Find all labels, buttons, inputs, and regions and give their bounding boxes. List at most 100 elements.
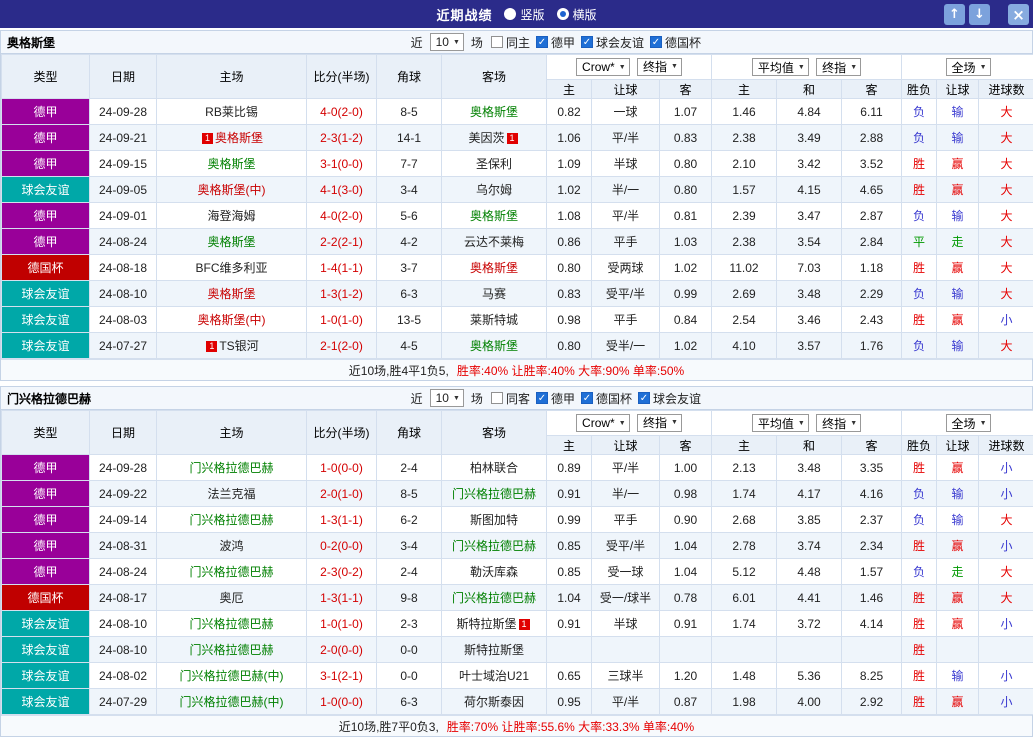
team-link[interactable]: 莱斯特城 [470,313,518,327]
score-link[interactable]: 1-3(1-1) [320,513,363,527]
score-link[interactable]: 1-0(0-0) [320,695,363,709]
corner-cell: 4-2 [377,229,442,255]
layout-radio-horizontal[interactable]: 横版 [557,6,597,23]
team-link[interactable]: 奥格斯堡 [207,235,255,249]
team-link[interactable]: 叶士域治U21 [459,669,529,683]
score-link[interactable]: 1-0(1-0) [320,617,363,631]
filter-league-1[interactable]: ✓德甲 [536,34,575,51]
team-link[interactable]: 斯特拉斯堡 [456,617,516,631]
team-recent-section: 门兴格拉德巴赫 近 10▼ 场 同客✓德甲✓德国杯✓球会友谊 类型 日期 主场 [0,386,1033,737]
score-link[interactable]: 1-4(1-1) [320,261,363,275]
asian-odds-time-select[interactable]: 终指▼ [637,58,682,76]
move-down-button[interactable]: ↓ [969,4,990,25]
score-link[interactable]: 1-0(0-0) [320,461,363,475]
team-link[interactable]: 奥厄 [219,591,243,605]
team-link[interactable]: 乌尔姆 [476,183,512,197]
match-row: 球会友谊24-08-10奥格斯堡1-3(1-2)6-3马赛0.83受平/半0.9… [2,281,1033,307]
score-cell: 0-2(0-0) [307,533,377,559]
asian-odds-time-select[interactable]: 终指▼ [637,414,682,432]
team-link[interactable]: RB莱比锡 [205,105,258,119]
ah-away-odds-cell: 0.91 [660,611,712,637]
team-link[interactable]: 海登海姆 [207,209,255,223]
filter-league-2[interactable]: ✓球会友谊 [581,34,644,51]
score-link[interactable]: 2-1(2-0) [320,339,363,353]
team-link[interactable]: 云达不莱梅 [464,235,524,249]
team-link[interactable]: 门兴格拉德巴赫 [189,643,273,657]
euro-odds-time-select[interactable]: 终指▼ [816,414,861,432]
team-link[interactable]: 门兴格拉德巴赫 [189,617,273,631]
score-link[interactable]: 3-1(0-0) [320,157,363,171]
score-link[interactable]: 4-0(2-0) [320,209,363,223]
team-link[interactable]: 奥格斯堡(中) [198,313,266,327]
team-link[interactable]: 门兴格拉德巴赫 [189,461,273,475]
team-link[interactable]: 奥格斯堡 [207,157,255,171]
team-link[interactable]: 门兴格拉德巴赫(中) [180,695,284,709]
chevron-down-icon: ▼ [453,39,460,46]
team-link[interactable]: 斯图加特 [470,513,518,527]
team-link[interactable]: 勒沃库森 [470,565,518,579]
team-link[interactable]: 奥格斯堡 [470,261,518,275]
filter-league-1[interactable]: ✓德甲 [536,390,575,407]
team-link[interactable]: 门兴格拉德巴赫(中) [180,669,284,683]
team-link[interactable]: 奥格斯堡(中) [198,183,266,197]
score-link[interactable]: 2-0(0-0) [320,643,363,657]
filter-league-2[interactable]: ✓德国杯 [581,390,632,407]
bookmaker-select[interactable]: Crow*▼ [576,414,630,432]
score-link[interactable]: 3-1(2-1) [320,669,363,683]
match-count-select[interactable]: 10▼ [430,389,464,407]
team-link[interactable]: TS银河 [219,339,258,353]
team-link[interactable]: 奥格斯堡 [470,209,518,223]
filter-league-3[interactable]: ✓球会友谊 [638,390,701,407]
team-link[interactable]: 门兴格拉德巴赫 [452,539,536,553]
match-count-select[interactable]: 10▼ [430,33,464,51]
score-link[interactable]: 4-0(2-0) [320,105,363,119]
euro-average-select[interactable]: 平均值▼ [752,414,809,432]
team-link[interactable]: 法兰克福 [207,487,255,501]
team-link[interactable]: 柏林联合 [470,461,518,475]
ah-line-cell: 受平/半 [592,533,660,559]
score-link[interactable]: 2-2(2-1) [320,235,363,249]
team-link[interactable]: 门兴格拉德巴赫 [189,565,273,579]
ah-home-odds-cell: 0.98 [547,307,592,333]
scope-select[interactable]: 全场▼ [946,58,991,76]
team-link[interactable]: 斯特拉斯堡 [464,643,524,657]
score-cell: 2-3(1-2) [307,125,377,151]
score-link[interactable]: 0-2(0-0) [320,539,363,553]
scope-select[interactable]: 全场▼ [946,414,991,432]
team-link[interactable]: 荷尔斯泰因 [464,695,524,709]
filter-league-3[interactable]: ✓德国杯 [650,34,701,51]
close-icon[interactable]: × [1008,4,1029,25]
filter-same-venue[interactable]: 同主 [491,34,530,51]
away-team-cell: 奥格斯堡 [442,99,547,125]
team-link[interactable]: 奥格斯堡 [470,339,518,353]
euro-odds-time-select[interactable]: 终指▼ [816,58,861,76]
team-link[interactable]: 门兴格拉德巴赫 [189,513,273,527]
team-link[interactable]: 奥格斯堡 [207,287,255,301]
bookmaker-select[interactable]: Crow*▼ [576,58,630,76]
handicap-result-cell: 赢 [937,151,979,177]
team-link[interactable]: 门兴格拉德巴赫 [452,591,536,605]
score-link[interactable]: 2-3(0-2) [320,565,363,579]
score-link[interactable]: 1-3(1-2) [320,287,363,301]
score-link[interactable]: 2-0(1-0) [320,487,363,501]
ah-line-cell: 三球半 [592,663,660,689]
filter-same-venue[interactable]: 同客 [491,390,530,407]
score-link[interactable]: 1-0(1-0) [320,313,363,327]
score-link[interactable]: 1-3(1-1) [320,591,363,605]
team-link[interactable]: 马赛 [482,287,506,301]
team-link[interactable]: 奥格斯堡 [215,131,263,145]
move-up-button[interactable]: ↑ [944,4,965,25]
team-link[interactable]: 圣保利 [476,157,512,171]
layout-radio-vertical[interactable]: 竖版 [504,6,544,23]
team-link[interactable]: 美因茨 [468,131,504,145]
team-link[interactable]: 奥格斯堡 [470,105,518,119]
ah-line-cell: 受平/半 [592,281,660,307]
score-link[interactable]: 2-3(1-2) [320,131,363,145]
eu-home-odds-cell: 2.39 [712,203,777,229]
score-link[interactable]: 4-1(3-0) [320,183,363,197]
team-link[interactable]: 波鸿 [219,539,243,553]
away-team-cell: 斯图加特 [442,507,547,533]
team-link[interactable]: 门兴格拉德巴赫 [452,487,536,501]
euro-average-select[interactable]: 平均值▼ [752,58,809,76]
team-link[interactable]: BFC维多利亚 [195,261,267,275]
